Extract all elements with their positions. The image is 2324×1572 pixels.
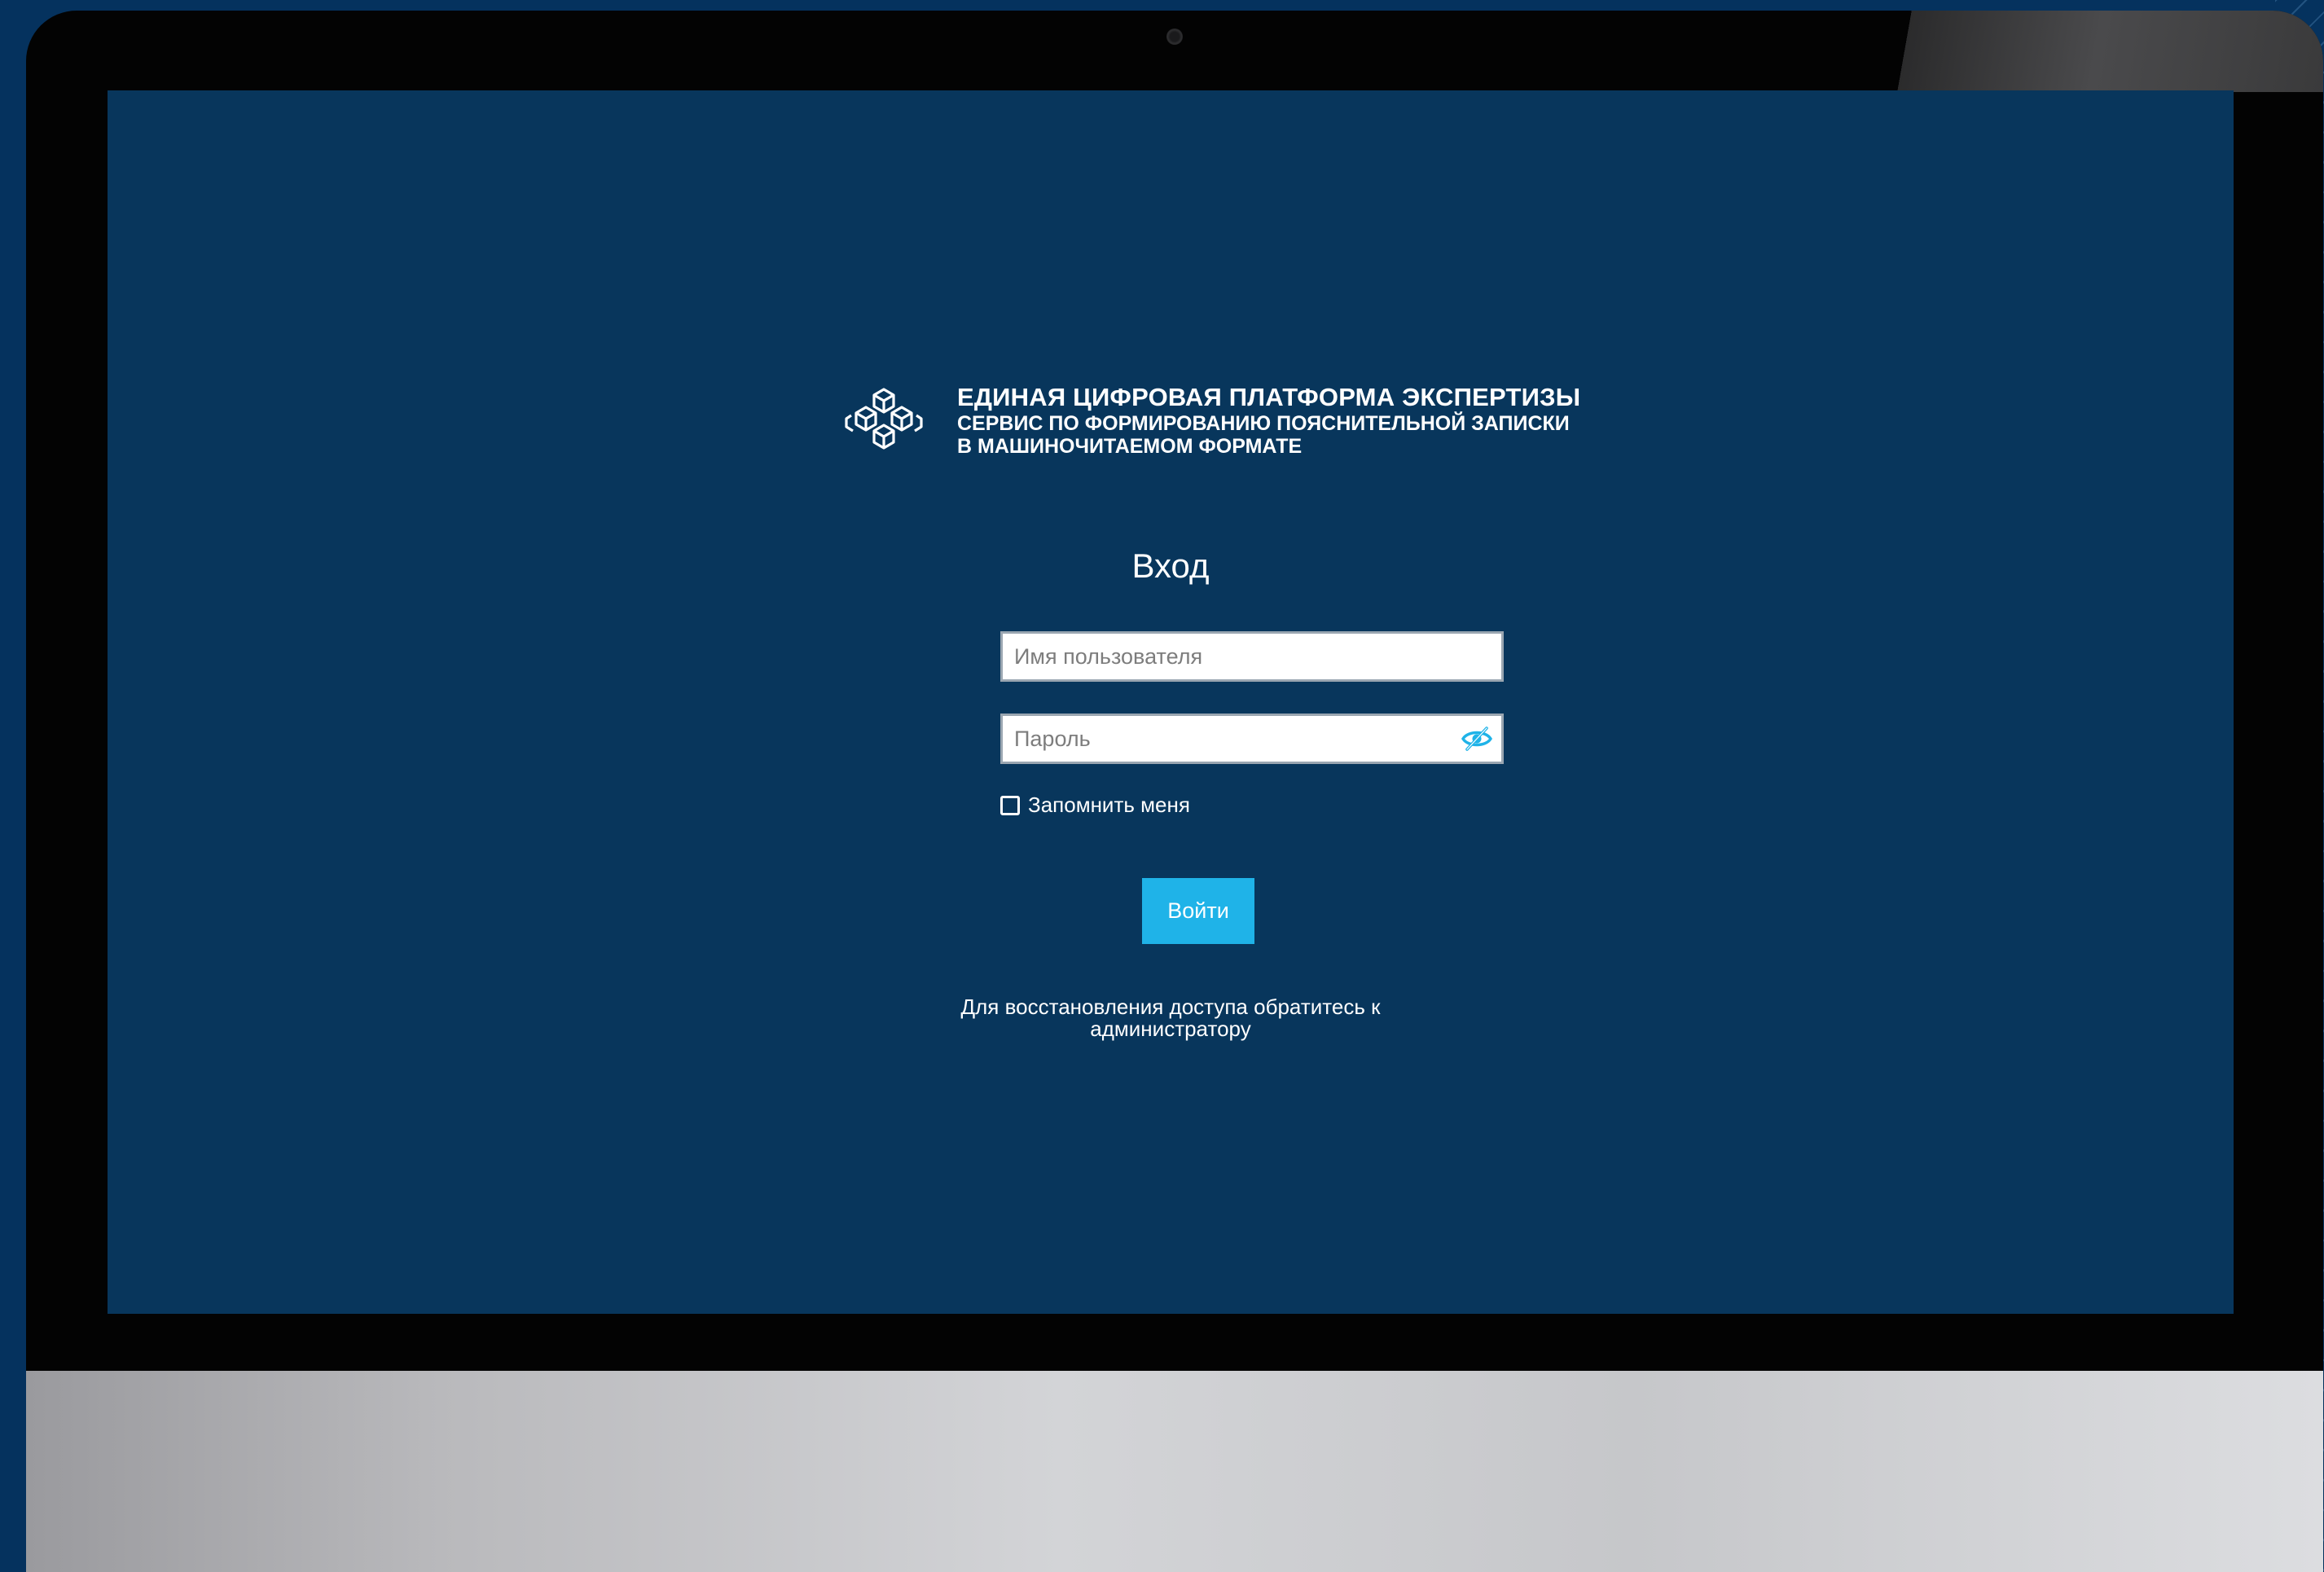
login-title: Вход	[1131, 547, 1210, 585]
monitor-frame: ЕДИНАЯ ЦИФРОВАЯ ПЛАТФОРМА ЭКСПЕРТИЗЫ СЕР…	[26, 11, 2323, 1572]
access-help-text: Для восстановления доступа обратитесь к …	[108, 996, 2234, 1040]
help-line: администратору	[1090, 1017, 1251, 1041]
brand-header: ЕДИНАЯ ЦИФРОВАЯ ПЛАТФОРМА ЭКСПЕРТИЗЫ СЕР…	[843, 383, 1581, 458]
login-screen: ЕДИНАЯ ЦИФРОВАЯ ПЛАТФОРМА ЭКСПЕРТИЗЫ СЕР…	[108, 90, 2234, 1314]
eye-slash-icon[interactable]	[1461, 724, 1493, 753]
camera-icon	[1166, 29, 1183, 45]
monitor-chin	[26, 1371, 2323, 1572]
cubes-logo-icon	[843, 386, 925, 454]
username-field-wrapper	[1000, 631, 1504, 682]
help-line: Для восстановления доступа обратитесь к	[960, 995, 1381, 1019]
remember-checkbox[interactable]	[1000, 795, 1020, 815]
password-field-wrapper	[1000, 714, 1504, 764]
remember-me[interactable]: Запомнить меня	[1000, 793, 1190, 818]
bezel-glare	[1818, 11, 2323, 92]
username-input[interactable]	[1003, 634, 1501, 679]
password-input[interactable]	[1003, 716, 1501, 762]
login-button[interactable]: Войти	[1142, 878, 1254, 944]
brand-subtitle-line2: В МАШИНОЧИТАЕМОМ ФОРМАТЕ	[957, 434, 1303, 458]
brand-subtitle: СЕРВИС ПО ФОРМИРОВАНИЮ ПОЯСНИТЕЛЬНОЙ ЗАП…	[957, 411, 1570, 435]
brand-title: ЕДИНАЯ ЦИФРОВАЯ ПЛАТФОРМА ЭКСПЕРТИЗЫ	[957, 383, 1581, 411]
remember-label: Запомнить меня	[1028, 793, 1190, 817]
brand-text: ЕДИНАЯ ЦИФРОВАЯ ПЛАТФОРМА ЭКСПЕРТИЗЫ СЕР…	[957, 383, 1581, 458]
